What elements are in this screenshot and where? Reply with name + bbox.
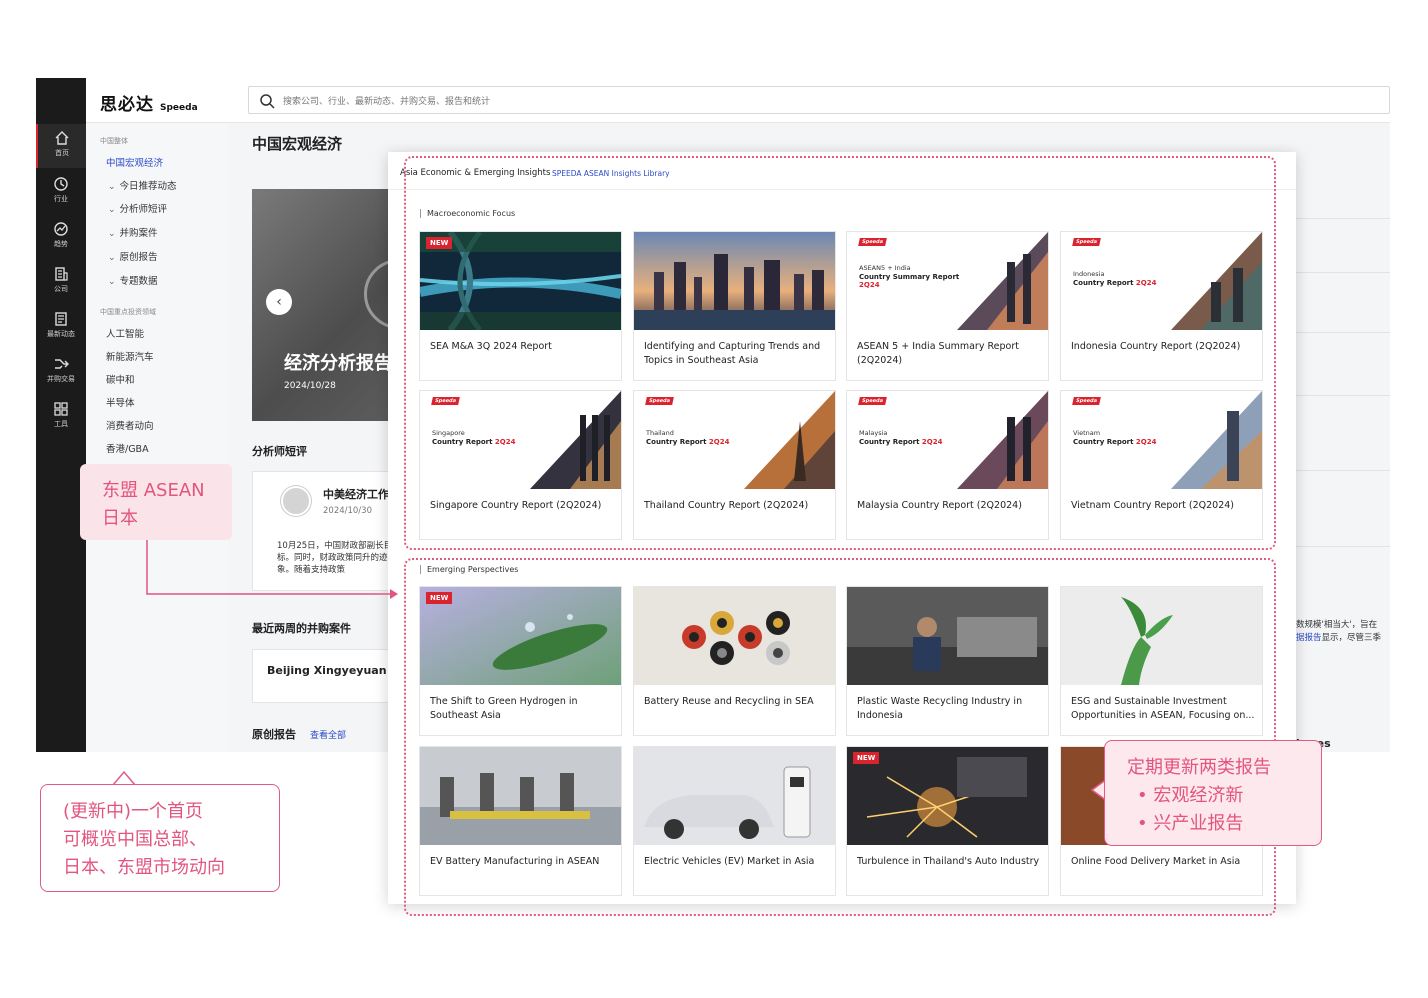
sidebar-sub-data[interactable]: 专题数据: [108, 273, 158, 287]
annotation-text: 宏观经济新: [1153, 785, 1244, 806]
deal-card[interactable]: Beijing Xingyeyuan: [252, 649, 402, 703]
nav-tools[interactable]: 工具: [36, 395, 86, 439]
sidebar-item-consumer[interactable]: 消费者动向: [106, 418, 154, 432]
home-icon: [55, 131, 69, 145]
deals-heading: 最近两周的并购案件: [252, 622, 351, 635]
annotation-text: 日本、东盟市场动向: [63, 857, 225, 878]
nav-mna-label: 并购交易: [47, 375, 75, 383]
nav-news[interactable]: 最新动态: [36, 305, 86, 349]
annotation-report-types: 定期更新两类报告 • 宏观经济新 • 兴产业报告: [1104, 740, 1322, 846]
analyst-heading: 分析师短评: [252, 445, 307, 458]
sidebar: 中国整体 中国宏观经济 今日推荐动态 分析师短评 并购案件 原创报告 专题数据 …: [86, 123, 228, 752]
right-content-peek: 数规模'相当大'，旨在 据报告显示，尽管三季 hares: [1296, 170, 1390, 750]
sidebar-sub-analyst[interactable]: 分析师短评: [108, 201, 168, 215]
building-icon: [55, 267, 68, 281]
sidebar-sub-today[interactable]: 今日推荐动态: [108, 178, 177, 192]
page-title: 中国宏观经济: [252, 135, 343, 153]
carousel-prev-button[interactable]: ‹: [266, 289, 292, 315]
sidebar-sub-mna[interactable]: 并购案件: [108, 225, 158, 239]
hero-date: 2024/10/28: [284, 381, 336, 391]
clock-icon: [54, 177, 68, 191]
comment-date: 2024/10/30: [323, 506, 372, 516]
nav-trend[interactable]: 趋势: [36, 215, 86, 259]
nav-home-label: 首页: [55, 149, 69, 157]
sidebar-item-semiconductor[interactable]: 半导体: [106, 395, 135, 409]
annotation-text: (更新中)一个首页: [63, 801, 204, 822]
view-all-link[interactable]: 查看全部: [310, 728, 346, 741]
sidebar-sub-reports[interactable]: 原创报告: [108, 249, 158, 263]
logo-en: Speeda: [160, 103, 198, 113]
annotation-homepage-overview: (更新中)一个首页 可概览中国总部、 日本、东盟市场动向: [40, 784, 280, 892]
sidebar-item-hk-gba[interactable]: 香港/GBA: [106, 441, 149, 455]
news-icon: [55, 312, 67, 326]
sidebar-item-nev[interactable]: 新能源汽车: [106, 349, 154, 363]
sidebar-item-carbon[interactable]: 碳中和: [106, 372, 135, 386]
global-search-input[interactable]: 搜索公司、行业、最新动态、并购交易、报告和统计: [248, 86, 1390, 114]
nav-tools-label: 工具: [54, 420, 68, 428]
peek-text: 据报告显示，尽管三季: [1296, 631, 1381, 643]
peek-divider: [1296, 470, 1390, 471]
annotation-title: 定期更新两类报告: [1127, 757, 1271, 778]
sidebar-section-focus: 中国重点投资领域: [100, 308, 156, 316]
peek-divider: [1296, 218, 1390, 219]
annotation-asean-japan: 东盟 ASEAN 日本: [80, 464, 232, 540]
arrow-connector-icon: [146, 540, 398, 599]
trend-icon: [54, 222, 68, 236]
sidebar-section-china: 中国整体: [100, 137, 128, 145]
peek-link[interactable]: 据报告: [1296, 633, 1322, 643]
annotation-text: 可概览中国总部、: [63, 829, 207, 850]
macro-highlight-box: [404, 156, 1276, 550]
peek-divider: [1296, 272, 1390, 273]
deal-name: Beijing Xingyeyuan: [267, 664, 387, 677]
nav-company[interactable]: 公司: [36, 260, 86, 304]
emerging-highlight-box: [404, 558, 1276, 916]
logo-cn: 思必达: [100, 95, 154, 115]
nav-company-label: 公司: [54, 285, 68, 293]
peek-divider: [1296, 332, 1390, 333]
nav-mna[interactable]: 并购交易: [36, 350, 86, 394]
sidebar-item-china-macro[interactable]: 中国宏观经济: [106, 155, 163, 169]
left-navigation-bar: 首页 行业 趋势 公司 最新动态 并购交易 工具: [36, 78, 86, 752]
merge-icon: [55, 359, 69, 369]
nav-industry-label: 行业: [54, 195, 68, 203]
sidebar-item-ai[interactable]: 人工智能: [106, 326, 144, 340]
speeda-logo[interactable]: 思必达 Speeda: [100, 90, 198, 115]
nav-industry[interactable]: 行业: [36, 170, 86, 214]
peek-text: 数规模'相当大'，旨在: [1296, 620, 1378, 630]
nav-news-label: 最新动态: [47, 330, 75, 338]
search-placeholder: 搜索公司、行业、最新动态、并购交易、报告和统计: [283, 97, 491, 107]
annotation-bullet: • 兴产业报告: [1137, 813, 1244, 834]
nav-trend-label: 趋势: [54, 240, 68, 248]
avatar: [281, 486, 311, 516]
annotation-text: 兴产业报告: [1153, 813, 1244, 834]
reports-heading: 原创报告: [252, 728, 296, 741]
annotation-text: 日本: [102, 508, 138, 529]
annotation-bullet: • 宏观经济新: [1137, 785, 1244, 806]
annotation-text: 东盟 ASEAN: [102, 480, 205, 501]
grid-icon: [54, 402, 68, 416]
nav-home[interactable]: 首页: [36, 124, 86, 168]
hero-title: 经济分析报告: [284, 353, 392, 374]
peek-text-rest: 显示，尽管三季: [1321, 633, 1382, 643]
hero-carousel[interactable]: ‹ 经济分析报告 2024/10/28: [252, 189, 402, 421]
peek-divider: [1296, 395, 1390, 396]
search-icon: [260, 94, 275, 109]
comment-title: 中美经济工作: [323, 488, 389, 501]
peek-divider: [1296, 546, 1390, 547]
